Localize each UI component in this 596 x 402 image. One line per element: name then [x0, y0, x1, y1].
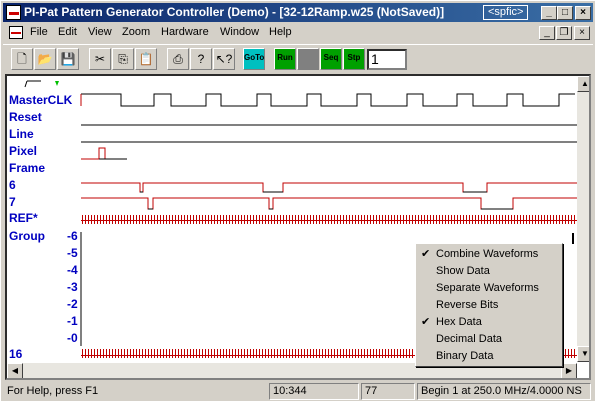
- status-position: 10:344: [269, 383, 359, 400]
- signal7-trace: [81, 197, 577, 210]
- group-axis-label: -5: [67, 246, 78, 260]
- app-icon[interactable]: [6, 5, 21, 20]
- menu-hardware[interactable]: Hardware: [161, 26, 209, 38]
- menu-item-show-data[interactable]: Show Data: [416, 263, 562, 280]
- paste-icon[interactable]: 📋: [135, 48, 157, 70]
- signal-label-16[interactable]: 16: [9, 347, 22, 361]
- mdi-minimize-button[interactable]: _: [539, 26, 555, 40]
- cursor-marker[interactable]: [24, 80, 59, 88]
- menu-item-combine-waveforms[interactable]: ✔ Combine Waveforms: [416, 246, 562, 263]
- context-menu: ✔ Combine Waveforms Show Data Separate Wa…: [415, 243, 563, 367]
- signal-label-line[interactable]: Line: [9, 127, 34, 141]
- scroll-right-icon[interactable]: ▶: [561, 363, 577, 378]
- new-file-icon[interactable]: 🗋: [11, 48, 33, 70]
- group-axis-label: -1: [67, 314, 78, 328]
- menu-view[interactable]: View: [88, 26, 112, 38]
- title-tag: <spfic>: [483, 5, 529, 20]
- step-count-input[interactable]: 1: [367, 49, 407, 70]
- signal-label-masterclk[interactable]: MasterCLK: [9, 93, 72, 107]
- goto-button[interactable]: GoTo: [243, 48, 265, 70]
- group-axis-label: -0: [67, 331, 78, 345]
- help-icon[interactable]: ?: [190, 48, 212, 70]
- menu-window[interactable]: Window: [220, 26, 259, 38]
- signal-label-group[interactable]: Group: [9, 229, 45, 243]
- check-icon: ✔: [421, 248, 431, 260]
- run-button[interactable]: Run: [274, 48, 296, 70]
- status-info: Begin 1 at 250.0 MHz/4.0000 NS: [417, 383, 591, 400]
- signal-label-reset[interactable]: Reset: [9, 110, 42, 124]
- group-axis-label: -3: [67, 280, 78, 294]
- ref-trace: [81, 215, 577, 224]
- menu-item-separate-waveforms[interactable]: Separate Waveforms: [416, 280, 562, 297]
- signal6-trace: [81, 182, 577, 193]
- mdi-restore-button[interactable]: ❐: [556, 26, 572, 40]
- save-icon[interactable]: 💾: [57, 48, 79, 70]
- menu-item-decimal-data[interactable]: Decimal Data: [416, 331, 562, 348]
- scroll-down-icon[interactable]: ▼: [577, 346, 589, 362]
- window-title: PI-Pat Pattern Generator Controller (Dem…: [24, 5, 445, 19]
- menu-item-binary-data[interactable]: Binary Data: [416, 348, 562, 365]
- mdi-close-button[interactable]: ×: [574, 26, 590, 40]
- toolbar: 🗋 📂 💾 ✂ ⎘ 📋 ⎙ ? ↖? GoTo Run Seq Stp 1: [3, 44, 593, 72]
- menu-help[interactable]: Help: [269, 26, 292, 38]
- scroll-left-icon[interactable]: ◀: [7, 363, 23, 378]
- open-folder-icon[interactable]: 📂: [34, 48, 56, 70]
- group-axis-label: -4: [67, 263, 78, 277]
- pixel-trace: [81, 147, 127, 160]
- signal-label-6[interactable]: 6: [9, 178, 16, 192]
- vertical-scrollbar[interactable]: ▲ ▼: [577, 76, 589, 362]
- menu-item-reverse-bits[interactable]: Reverse Bits: [416, 297, 562, 314]
- menu-bar: File Edit View Zoom Hardware Window Help…: [3, 23, 593, 43]
- minimize-button[interactable]: _: [541, 6, 557, 20]
- scroll-up-icon[interactable]: ▲: [577, 76, 589, 92]
- cut-icon[interactable]: ✂: [89, 48, 111, 70]
- status-bar: For Help, press F1 10:344 77 Begin 1 at …: [3, 382, 593, 401]
- step-button[interactable]: Stp: [343, 48, 365, 70]
- menu-zoom[interactable]: Zoom: [122, 26, 150, 38]
- masterclk-trace: [81, 93, 575, 107]
- print-icon[interactable]: ⎙: [167, 48, 189, 70]
- seq-button[interactable]: Seq: [320, 48, 342, 70]
- stop-button[interactable]: [297, 48, 319, 70]
- signal-label-frame[interactable]: Frame: [9, 161, 45, 175]
- copy-icon[interactable]: ⎘: [112, 48, 134, 70]
- menu-item-hex-data[interactable]: ✔ Hex Data: [416, 314, 562, 331]
- menu-edit[interactable]: Edit: [58, 26, 77, 38]
- menu-file[interactable]: File: [30, 26, 48, 38]
- close-button[interactable]: ×: [575, 6, 591, 20]
- group-axis-label: -6: [67, 229, 78, 243]
- signal-label-ref[interactable]: REF*: [9, 211, 38, 225]
- group-axis-label: -2: [67, 297, 78, 311]
- check-icon: ✔: [421, 316, 431, 328]
- document-icon[interactable]: [9, 26, 23, 39]
- context-help-icon[interactable]: ↖?: [213, 48, 235, 70]
- main-window: PI-Pat Pattern Generator Controller (Dem…: [0, 0, 596, 402]
- title-bar: PI-Pat Pattern Generator Controller (Dem…: [3, 3, 593, 22]
- signal-label-7[interactable]: 7: [9, 195, 16, 209]
- maximize-button[interactable]: □: [557, 6, 573, 20]
- signal-label-pixel[interactable]: Pixel: [9, 144, 37, 158]
- status-count: 77: [361, 383, 415, 400]
- status-help-text: For Help, press F1: [7, 385, 99, 397]
